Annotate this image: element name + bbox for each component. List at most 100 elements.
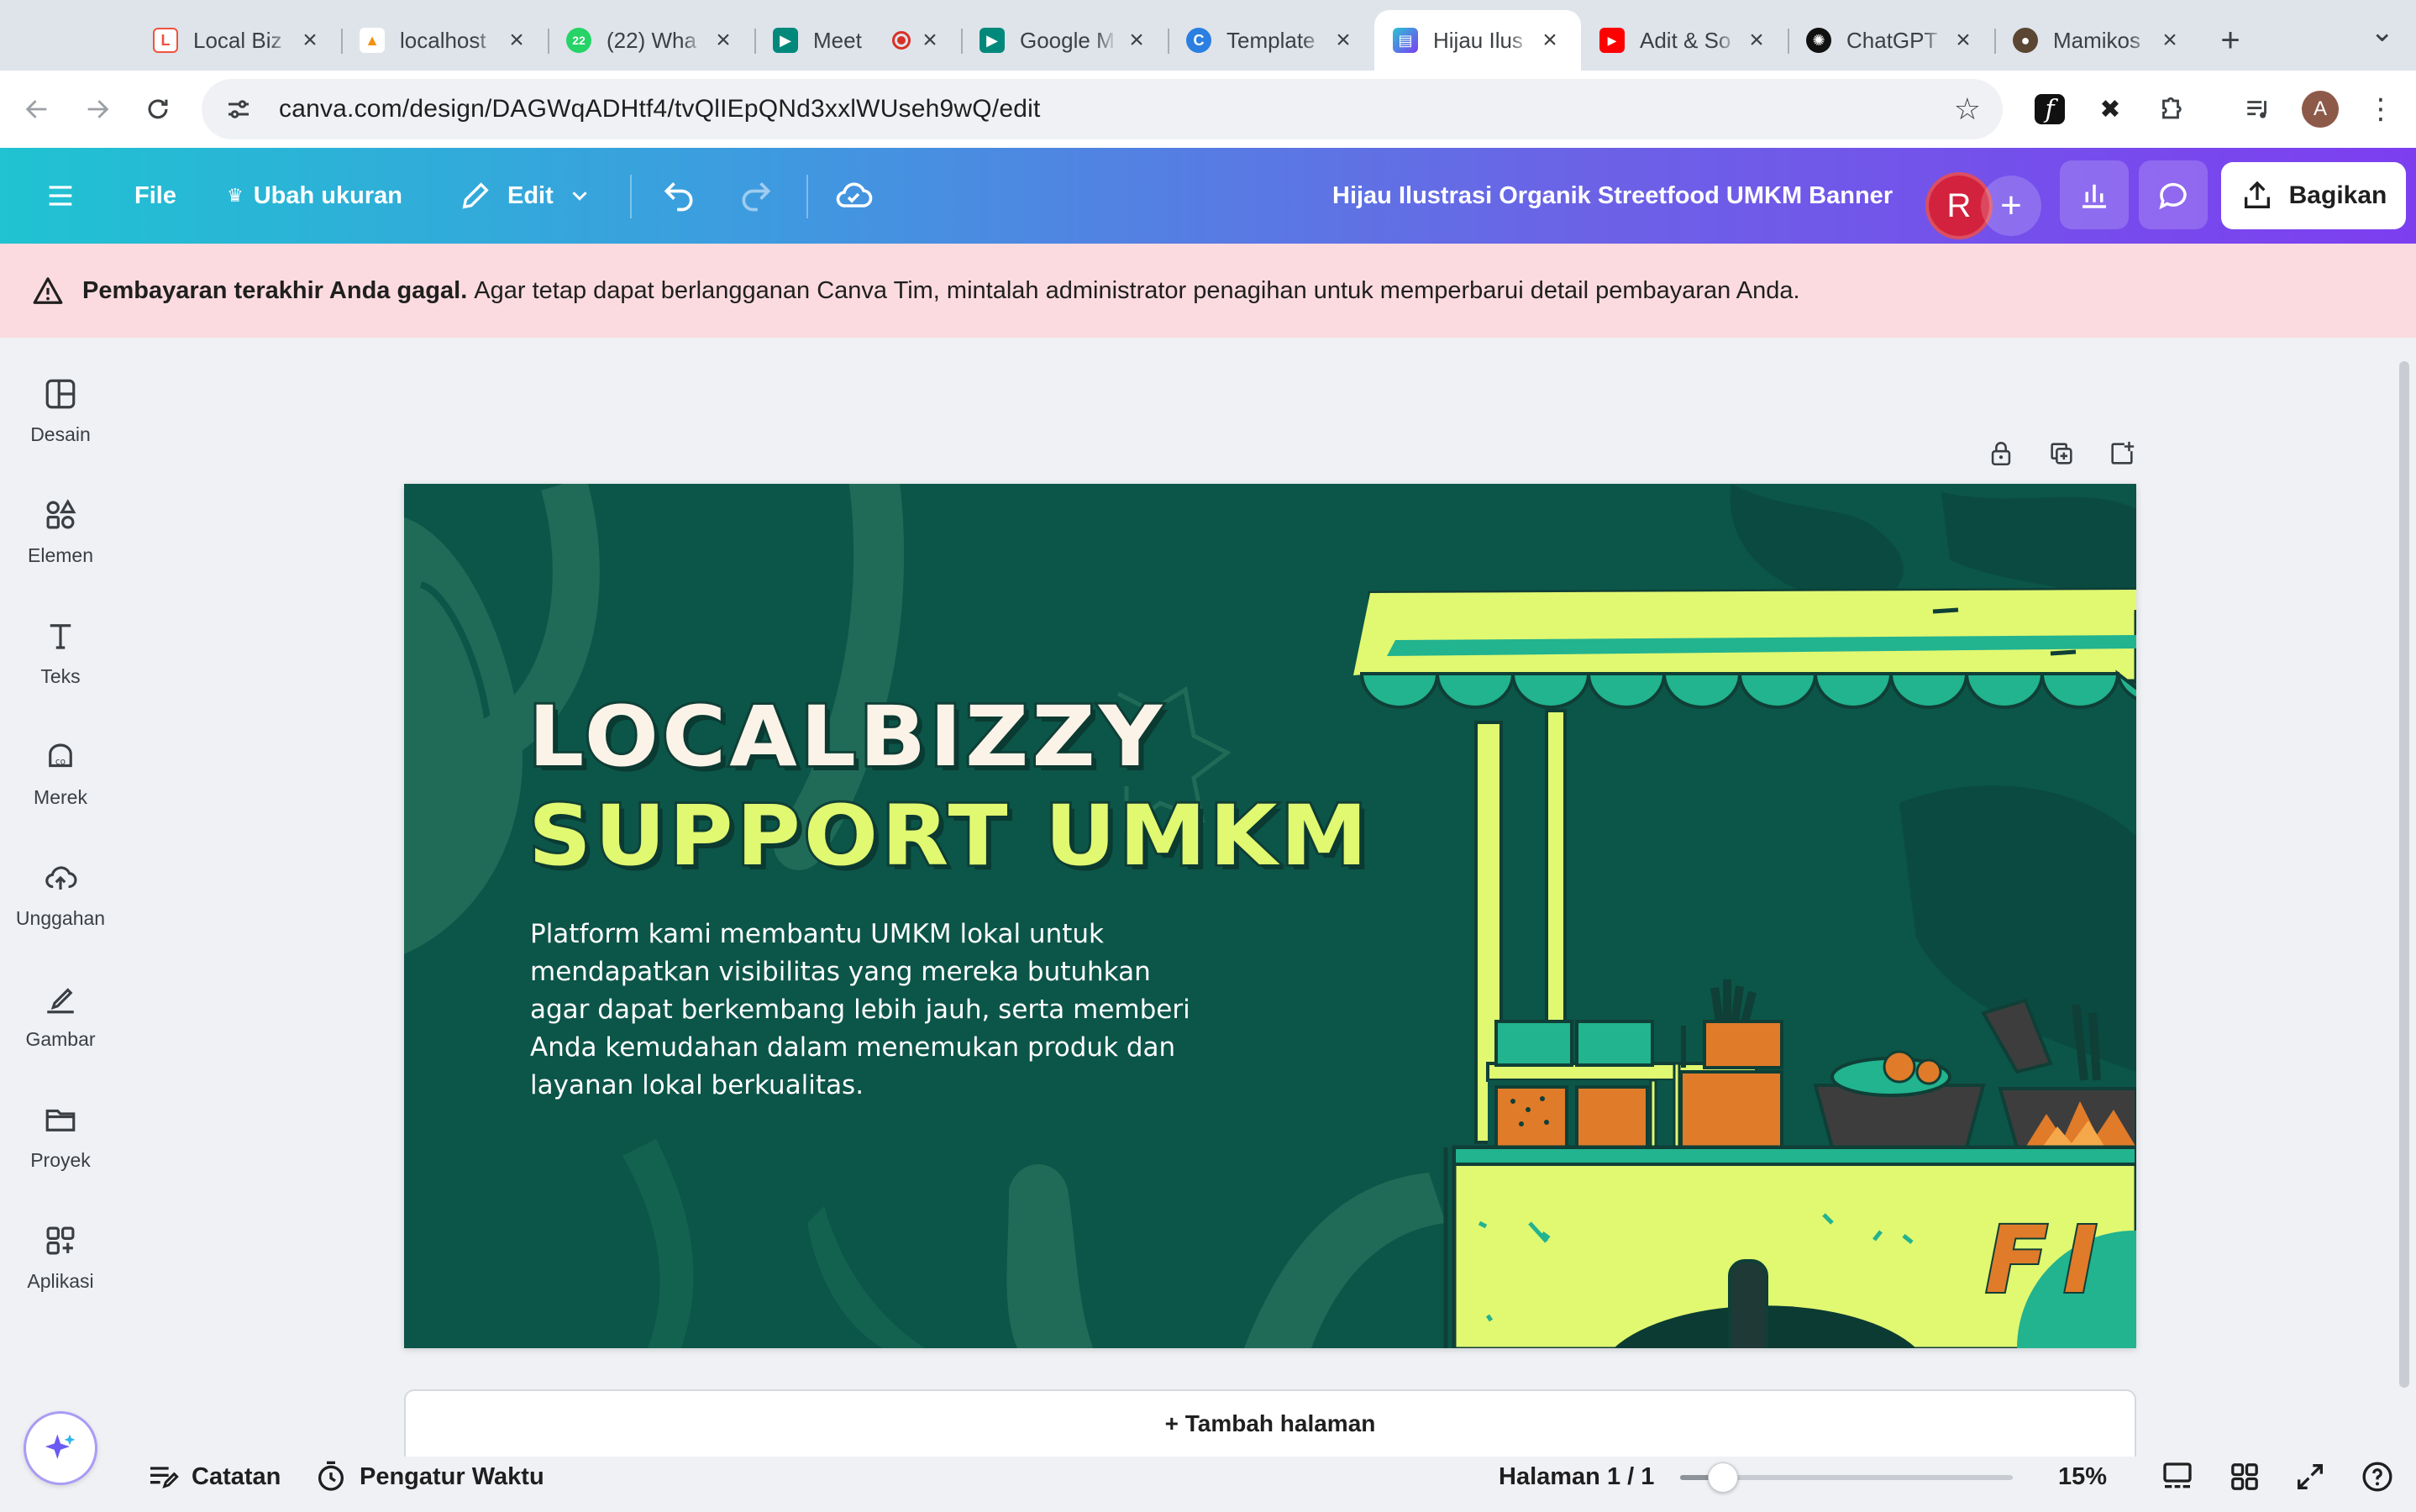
whatsapp-icon: 22 — [566, 28, 591, 53]
sidebar-item-label: Merek — [34, 785, 87, 808]
browser-tab[interactable]: ▶ Meet × — [754, 10, 961, 71]
close-tab-icon[interactable]: × — [1331, 26, 1356, 55]
forward-icon[interactable] — [69, 81, 126, 138]
reload-icon[interactable] — [129, 81, 186, 138]
draw-icon — [47, 987, 74, 1013]
profile-avatar[interactable]: A — [2300, 89, 2340, 129]
notes-icon — [150, 1467, 179, 1489]
resize-button[interactable]: ♛ Ubah ukuran — [227, 148, 402, 244]
bookmark-star-icon[interactable]: ☆ — [1954, 92, 1981, 127]
sidebar-item-label: Elemen — [28, 543, 93, 566]
grid-view-icon[interactable] — [2221, 1453, 2268, 1500]
close-tab-icon[interactable]: × — [504, 26, 529, 55]
url-text[interactable]: canva.com/design/DAGWqADHtf4/tvQlIEpQNd3… — [279, 95, 1954, 123]
brand-icon: co — [49, 743, 72, 767]
single-page-view-icon[interactable] — [2154, 1453, 2201, 1500]
browser-tab[interactable]: 22 (22) Wha × — [548, 10, 754, 71]
editor-header: File ♛ Ubah ukuran Edit Hijau Ilustrasi … — [0, 148, 2416, 244]
edit-mode-button[interactable]: Edit — [459, 148, 592, 244]
comments-icon[interactable] — [2139, 160, 2208, 229]
notes-button[interactable]: Catatan — [146, 1441, 281, 1512]
timer-icon — [318, 1461, 344, 1491]
close-tab-icon[interactable]: × — [1537, 26, 1563, 55]
media-controls-icon[interactable] — [2238, 89, 2278, 129]
browser-tab[interactable]: ▲ localhost × — [341, 10, 548, 71]
zoom-slider-thumb[interactable] — [1708, 1462, 1739, 1493]
menu-icon[interactable] — [44, 148, 77, 244]
page-indicator[interactable]: Halaman 1 / 1 — [1499, 1441, 1654, 1512]
tab-title: Adit & So — [1640, 27, 1731, 53]
undo-icon[interactable] — [660, 148, 697, 244]
add-page-icon[interactable] — [2097, 430, 2147, 477]
sidebar-item-aplikasi[interactable]: Aplikasi — [0, 1203, 121, 1312]
close-tab-icon[interactable]: × — [711, 26, 736, 55]
duplicate-page-icon[interactable] — [2036, 430, 2087, 477]
new-tab-button[interactable]: + — [2201, 10, 2260, 71]
lock-icon[interactable] — [1976, 430, 2026, 477]
close-tab-icon[interactable]: × — [917, 26, 943, 55]
document-title[interactable]: Hijau Ilustrasi Organik Streetfood UMKM … — [1332, 148, 1893, 244]
tab-search-icon[interactable]: ⌄ — [2371, 15, 2395, 49]
mamikos-icon: ● — [2013, 28, 2038, 53]
close-tab-icon[interactable]: × — [1124, 26, 1149, 55]
laravel-icon: L — [153, 28, 178, 53]
tab-title: localhost — [400, 27, 486, 53]
invite-plus-icon[interactable]: + — [1981, 176, 2041, 236]
timer-button[interactable]: Pengatur Waktu — [314, 1441, 544, 1512]
canva-doc-icon: ▤ — [1393, 28, 1418, 53]
tab-title: Template — [1226, 27, 1316, 53]
share-button[interactable]: Bagikan — [2221, 162, 2406, 229]
warning-icon — [33, 277, 63, 304]
sidebar-item-teks[interactable]: Teks — [0, 598, 121, 707]
pencil-icon — [462, 182, 489, 209]
browser-tab[interactable]: ▶ Google M × — [961, 10, 1168, 71]
tab-title: Hijau Ilus — [1433, 27, 1523, 53]
sidebar-item-unggahan[interactable]: Unggahan — [0, 840, 121, 949]
sidebar-item-desain[interactable]: Desain — [0, 356, 121, 465]
browser-tab[interactable]: ✺ ChatGPT × — [1788, 10, 1994, 71]
google-meet-icon: ▶ — [773, 28, 798, 53]
fullscreen-icon[interactable] — [2287, 1453, 2334, 1500]
redo-icon[interactable] — [738, 148, 775, 244]
page-tools — [1966, 430, 2147, 477]
headline-line-1[interactable]: LOCALBIZZY — [526, 685, 1165, 788]
extension-icon[interactable]: ✖ — [2090, 89, 2130, 129]
browser-tab-active[interactable]: ▤ Hijau Ilus × — [1374, 10, 1581, 71]
zoom-slider[interactable] — [1680, 1462, 2013, 1493]
zoom-level[interactable]: 15% — [2058, 1441, 2107, 1512]
google-meet-icon: ▶ — [980, 28, 1005, 53]
fontface-extension-icon[interactable]: f — [2030, 89, 2070, 129]
close-tab-icon[interactable]: × — [1744, 26, 1769, 55]
browser-menu-icon[interactable]: ⋮ — [2361, 89, 2401, 129]
insights-chart-icon[interactable] — [2060, 160, 2129, 229]
sidebar-item-proyek[interactable]: Proyek — [0, 1082, 121, 1191]
sidebar-item-merek[interactable]: co Merek — [0, 719, 121, 828]
description-text[interactable]: Platform kami membantu UMKM lokal untuk … — [530, 916, 1194, 1105]
browser-tab[interactable]: C Template × — [1168, 10, 1374, 71]
back-icon[interactable] — [8, 81, 66, 138]
notes-label: Catatan — [192, 1462, 281, 1490]
tab-title: Mamikos — [2053, 27, 2141, 53]
close-tab-icon[interactable]: × — [2157, 26, 2182, 55]
svg-text:co: co — [55, 756, 66, 766]
browser-tab[interactable]: ● Mamikos × — [1994, 10, 2201, 71]
sidebar-item-elemen[interactable]: Elemen — [0, 477, 121, 586]
sidebar-item-gambar[interactable]: Gambar — [0, 961, 121, 1070]
help-icon[interactable] — [2354, 1453, 2401, 1500]
browser-tab[interactable]: ▶ Adit & So × — [1581, 10, 1788, 71]
close-tab-icon[interactable]: × — [1951, 26, 1976, 55]
cloud-saved-icon[interactable] — [833, 148, 874, 244]
site-settings-icon[interactable] — [223, 94, 254, 124]
address-bar: canva.com/design/DAGWqADHtf4/tvQlIEpQNd3… — [0, 71, 2416, 148]
design-canvas[interactable]: LOCALBIZZY SUPPORT UMKM Platform kami me… — [404, 484, 2136, 1348]
apps-icon — [46, 1226, 75, 1254]
extensions-puzzle-icon[interactable] — [2151, 89, 2191, 129]
file-menu-button[interactable]: File — [134, 148, 176, 244]
headline-line-2[interactable]: SUPPORT UMKM — [526, 785, 1371, 887]
omnibox[interactable]: canva.com/design/DAGWqADHtf4/tvQlIEpQNd3… — [202, 79, 2003, 139]
banner-bold-text: Pembayaran terakhir Anda gagal. — [82, 276, 468, 304]
browser-tab[interactable]: L Local Biz × — [134, 10, 341, 71]
canvas-scrollbar[interactable] — [2399, 361, 2409, 1388]
youtube-icon: ▶ — [1599, 28, 1625, 53]
close-tab-icon[interactable]: × — [297, 26, 323, 55]
